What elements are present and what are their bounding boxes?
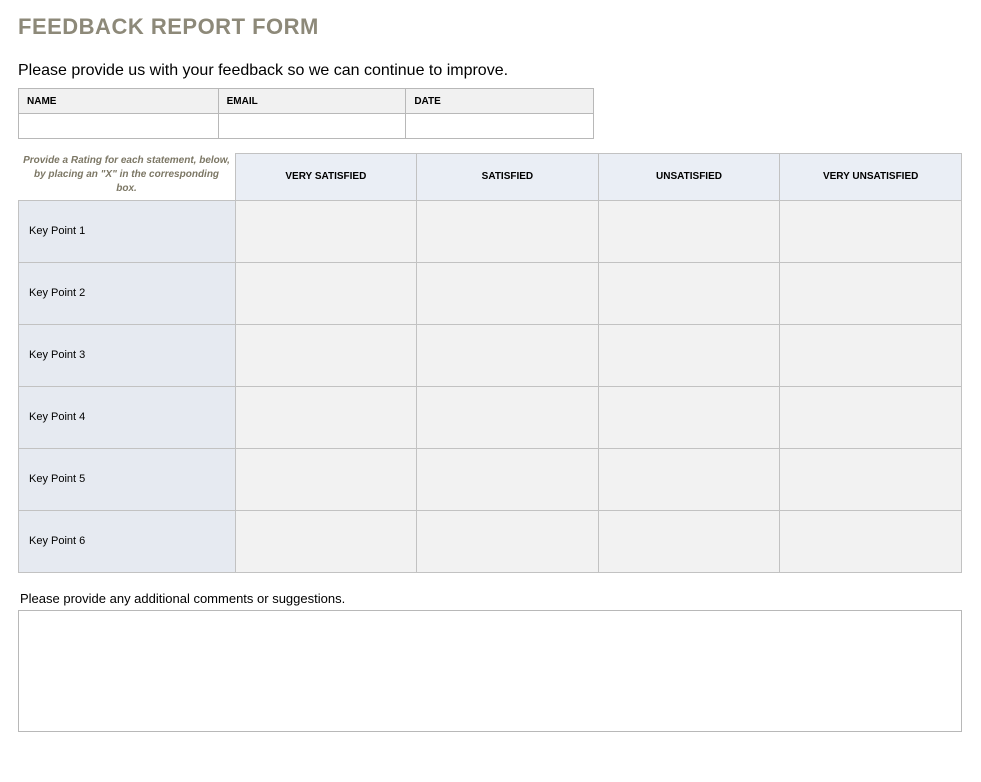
- rating-row: Key Point 5: [19, 448, 962, 510]
- page-subtitle: Please provide us with your feedback so …: [18, 62, 963, 80]
- rating-cell[interactable]: [598, 510, 780, 572]
- rating-cell[interactable]: [417, 200, 599, 262]
- rating-cell[interactable]: [780, 324, 962, 386]
- rating-instruction-cell: Provide a Rating for each statement, bel…: [19, 154, 236, 201]
- rating-cell[interactable]: [598, 448, 780, 510]
- rating-cell[interactable]: [417, 510, 599, 572]
- date-field[interactable]: [406, 114, 594, 139]
- rating-cell[interactable]: [235, 262, 417, 324]
- rating-row: Key Point 1: [19, 200, 962, 262]
- info-table: NAME EMAIL DATE: [18, 88, 594, 139]
- rating-row-label: Key Point 1: [19, 200, 236, 262]
- rating-row: Key Point 2: [19, 262, 962, 324]
- scale-very-unsatisfied: VERY UNSATISFIED: [780, 154, 962, 201]
- rating-cell[interactable]: [235, 386, 417, 448]
- email-field[interactable]: [218, 114, 406, 139]
- scale-unsatisfied: UNSATISFIED: [598, 154, 780, 201]
- scale-satisfied: SATISFIED: [417, 154, 599, 201]
- rating-row-label: Key Point 2: [19, 262, 236, 324]
- rating-cell[interactable]: [598, 324, 780, 386]
- rating-cell[interactable]: [598, 262, 780, 324]
- rating-cell[interactable]: [780, 448, 962, 510]
- rating-cell[interactable]: [780, 262, 962, 324]
- name-field[interactable]: [19, 114, 219, 139]
- rating-cell[interactable]: [780, 510, 962, 572]
- rating-cell[interactable]: [235, 200, 417, 262]
- rating-cell[interactable]: [417, 386, 599, 448]
- rating-cell[interactable]: [598, 386, 780, 448]
- rating-instruction-line1: Provide a Rating for each statement, bel…: [23, 154, 231, 168]
- rating-row: Key Point 4: [19, 386, 962, 448]
- rating-cell[interactable]: [417, 448, 599, 510]
- rating-row-label: Key Point 4: [19, 386, 236, 448]
- rating-row: Key Point 3: [19, 324, 962, 386]
- rating-cell[interactable]: [598, 200, 780, 262]
- page-title: FEEDBACK REPORT FORM: [18, 14, 963, 40]
- rating-table: Provide a Rating for each statement, bel…: [18, 153, 962, 573]
- rating-row-label: Key Point 5: [19, 448, 236, 510]
- rating-instruction-line2: by placing an "X" in the corresponding b…: [23, 168, 231, 196]
- info-header-email: EMAIL: [218, 89, 406, 114]
- scale-very-satisfied: VERY SATISFIED: [235, 154, 417, 201]
- rating-cell[interactable]: [780, 386, 962, 448]
- rating-row-label: Key Point 6: [19, 510, 236, 572]
- comments-input[interactable]: [18, 610, 962, 732]
- info-header-name: NAME: [19, 89, 219, 114]
- rating-cell[interactable]: [235, 324, 417, 386]
- rating-cell[interactable]: [235, 510, 417, 572]
- rating-row: Key Point 6: [19, 510, 962, 572]
- rating-cell[interactable]: [417, 262, 599, 324]
- rating-row-label: Key Point 3: [19, 324, 236, 386]
- rating-cell[interactable]: [417, 324, 599, 386]
- info-header-date: DATE: [406, 89, 594, 114]
- rating-cell[interactable]: [235, 448, 417, 510]
- comments-label: Please provide any additional comments o…: [20, 591, 963, 606]
- rating-cell[interactable]: [780, 200, 962, 262]
